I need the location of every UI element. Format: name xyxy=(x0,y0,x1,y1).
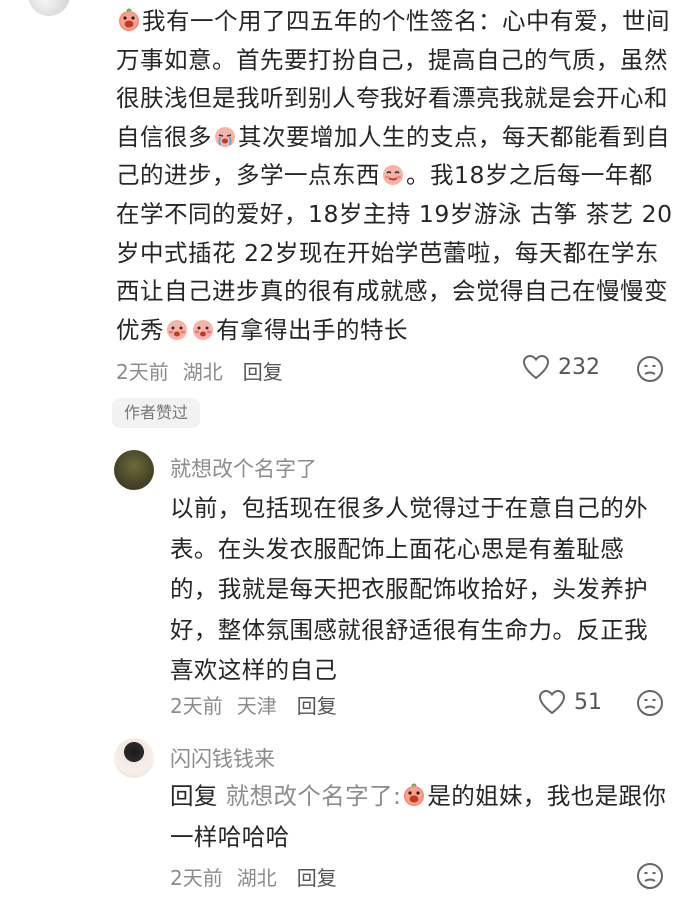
like-button[interactable]: 232 xyxy=(522,354,600,380)
grinning-sticker-emoji xyxy=(119,8,139,31)
sad-face-icon xyxy=(637,356,663,382)
comment-text: 我有一个用了四五年的个性签名：心中有爱，世间万事如意。首先要打扮自己，提高自己的… xyxy=(116,7,673,344)
dislike-button[interactable] xyxy=(636,689,664,721)
reply-avatar[interactable] xyxy=(114,738,154,778)
reply-time: 2天前 xyxy=(170,866,223,890)
reply-username[interactable]: 就想改个名字了 xyxy=(170,453,317,483)
grinning-sticker-emoji xyxy=(404,783,425,806)
comment-meta: 2天前 湖北 回复 xyxy=(116,356,297,385)
like-button[interactable]: 51 xyxy=(538,689,602,715)
comment-time: 2天前 xyxy=(116,360,169,384)
reply-time: 2天前 xyxy=(170,694,223,718)
shy-sticker-emoji xyxy=(383,165,403,186)
reply-location: 湖北 xyxy=(236,866,277,890)
heart-outline-icon xyxy=(522,354,550,380)
comment-location: 湖北 xyxy=(182,360,223,384)
like-count: 51 xyxy=(574,689,602,715)
like-count: 232 xyxy=(558,354,600,380)
reply-button[interactable]: 回复 xyxy=(297,866,337,890)
dislike-button[interactable] xyxy=(636,862,664,894)
blushing-sticker-emoji xyxy=(167,319,187,340)
author-liked-badge: 作者赞过 xyxy=(112,398,201,428)
reply-button[interactable]: 回复 xyxy=(243,360,283,384)
dislike-button[interactable] xyxy=(636,355,664,387)
reply-text: 回复 就想改个名字了: 是的姐妹，我也是跟你一样哈哈哈 xyxy=(170,782,667,851)
reply-location: 天津 xyxy=(236,694,277,718)
crying-sticker-emoji xyxy=(215,126,235,147)
reply-text: 以前，包括现在很多人觉得过于在意自己的外表。在头发衣服配饰上面花心思是有羞耻感的… xyxy=(170,494,648,684)
mention-link[interactable]: 就想改个名字了: xyxy=(226,782,402,810)
reply-prefix: 回复 xyxy=(170,782,218,810)
reply-meta: 2天前 天津 回复 xyxy=(170,690,351,719)
reply-avatar[interactable] xyxy=(114,450,154,490)
reply-button[interactable]: 回复 xyxy=(297,694,337,718)
blushing-sticker-emoji xyxy=(193,319,213,340)
sad-face-icon xyxy=(637,690,663,716)
sad-face-icon xyxy=(637,863,663,889)
heart-outline-icon xyxy=(538,689,566,715)
reply-username[interactable]: 闪闪钱钱来 xyxy=(170,743,275,773)
reply-meta: 2天前 湖北 回复 xyxy=(170,862,351,891)
commenter-avatar[interactable] xyxy=(28,0,70,16)
